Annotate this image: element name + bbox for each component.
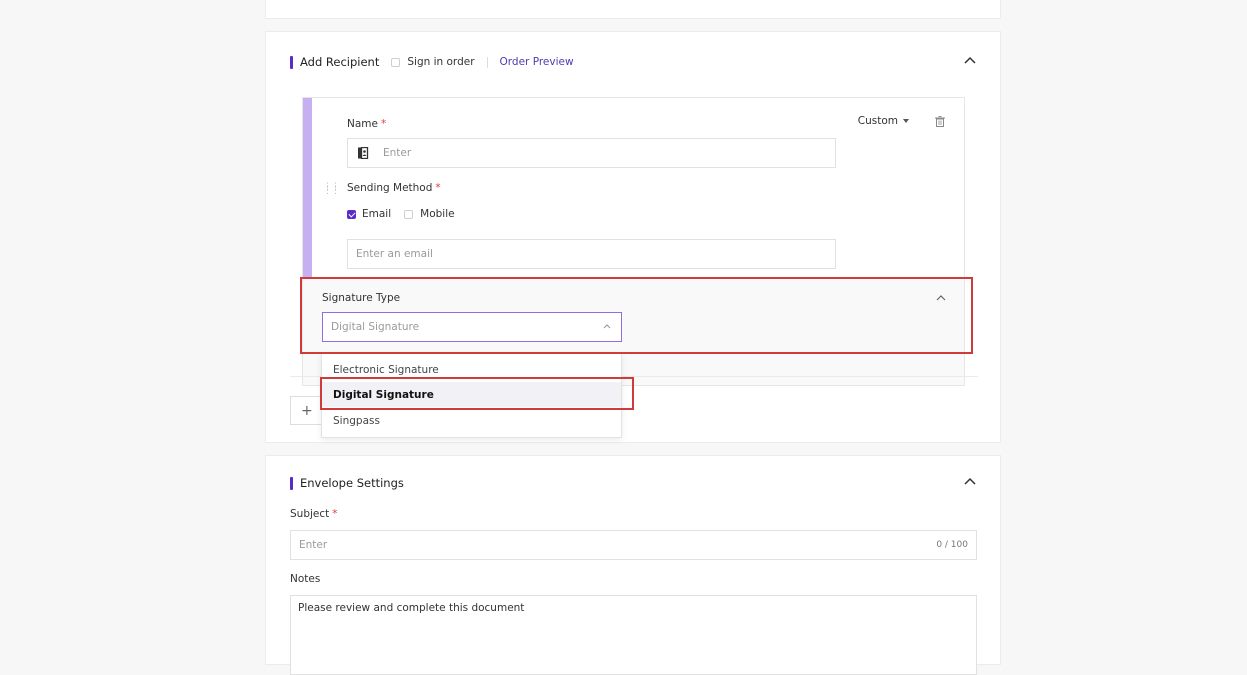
- email-input-placeholder: Enter an email: [356, 248, 433, 260]
- name-input[interactable]: Enter: [347, 138, 836, 168]
- subject-input-placeholder: Enter: [299, 539, 328, 551]
- sign-in-order-checkbox[interactable]: [391, 57, 401, 67]
- dropdown-option-electronic-signature[interactable]: Electronic Signature: [322, 357, 621, 382]
- caret-down-icon: [903, 119, 909, 123]
- email-checkbox[interactable]: [347, 209, 356, 219]
- contact-book-icon[interactable]: [357, 147, 369, 159]
- add-recipient-button[interactable]: +: [290, 396, 324, 425]
- recipient-section-header: Add Recipient Sign in order Order Previe…: [290, 54, 574, 70]
- signature-type-label: Signature Type: [322, 292, 401, 304]
- mobile-checkbox[interactable]: [404, 209, 414, 219]
- recipient-entry: ⋮⋮ ⋮⋮ Name * Custom Enter Sending Method…: [302, 97, 965, 386]
- signature-type-select[interactable]: Digital Signature: [322, 312, 622, 342]
- subject-input[interactable]: Enter 0 / 100: [290, 530, 977, 560]
- dropdown-option-singpass[interactable]: Singpass: [322, 408, 621, 433]
- chevron-up-icon: [603, 324, 611, 329]
- name-label: Name *: [347, 118, 387, 130]
- drag-handle-icon[interactable]: ⋮⋮ ⋮⋮: [323, 183, 340, 196]
- email-option-label: Email: [362, 208, 392, 220]
- section-accent-bar: [290, 476, 293, 490]
- notes-label: Notes: [290, 573, 321, 585]
- previous-section-card: [265, 0, 1001, 19]
- envelope-section-header: Envelope Settings: [290, 475, 404, 491]
- signature-type-value: Digital Signature: [331, 321, 420, 333]
- sending-method-label: Sending Method *: [347, 182, 441, 194]
- notes-textarea[interactable]: Please review and complete this document: [290, 595, 977, 675]
- envelope-settings-card: Envelope Settings Subject * Enter 0 / 100…: [265, 455, 1001, 675]
- subject-label: Subject *: [290, 508, 338, 520]
- header-divider: [486, 56, 488, 68]
- chevron-up-icon[interactable]: [964, 56, 976, 64]
- subject-character-count: 0 / 100: [936, 540, 968, 550]
- mobile-option-label: Mobile: [420, 208, 455, 220]
- sign-in-order-toggle[interactable]: Sign in order: [391, 56, 475, 68]
- chevron-up-icon[interactable]: [936, 295, 946, 301]
- order-preview-link[interactable]: Order Preview: [500, 56, 574, 68]
- recipient-color-stripe: [303, 98, 312, 278]
- role-dropdown-label: Custom: [857, 115, 898, 127]
- email-input[interactable]: Enter an email: [347, 239, 836, 269]
- dropdown-option-digital-signature[interactable]: Digital Signature: [322, 382, 621, 407]
- section-title-add-recipient: Add Recipient: [300, 55, 380, 69]
- name-input-placeholder: Enter: [383, 147, 412, 159]
- plus-icon: +: [301, 402, 313, 419]
- sign-in-order-label: Sign in order: [407, 56, 475, 68]
- section-title-envelope-settings: Envelope Settings: [300, 476, 404, 490]
- sending-method-options: Email Mobile: [347, 208, 455, 220]
- role-dropdown[interactable]: Custom: [858, 115, 909, 127]
- signature-type-dropdown: Electronic Signature Digital Signature S…: [321, 353, 622, 438]
- trash-icon[interactable]: [935, 116, 945, 127]
- section-accent-bar: [290, 55, 293, 69]
- chevron-up-icon[interactable]: [964, 477, 976, 485]
